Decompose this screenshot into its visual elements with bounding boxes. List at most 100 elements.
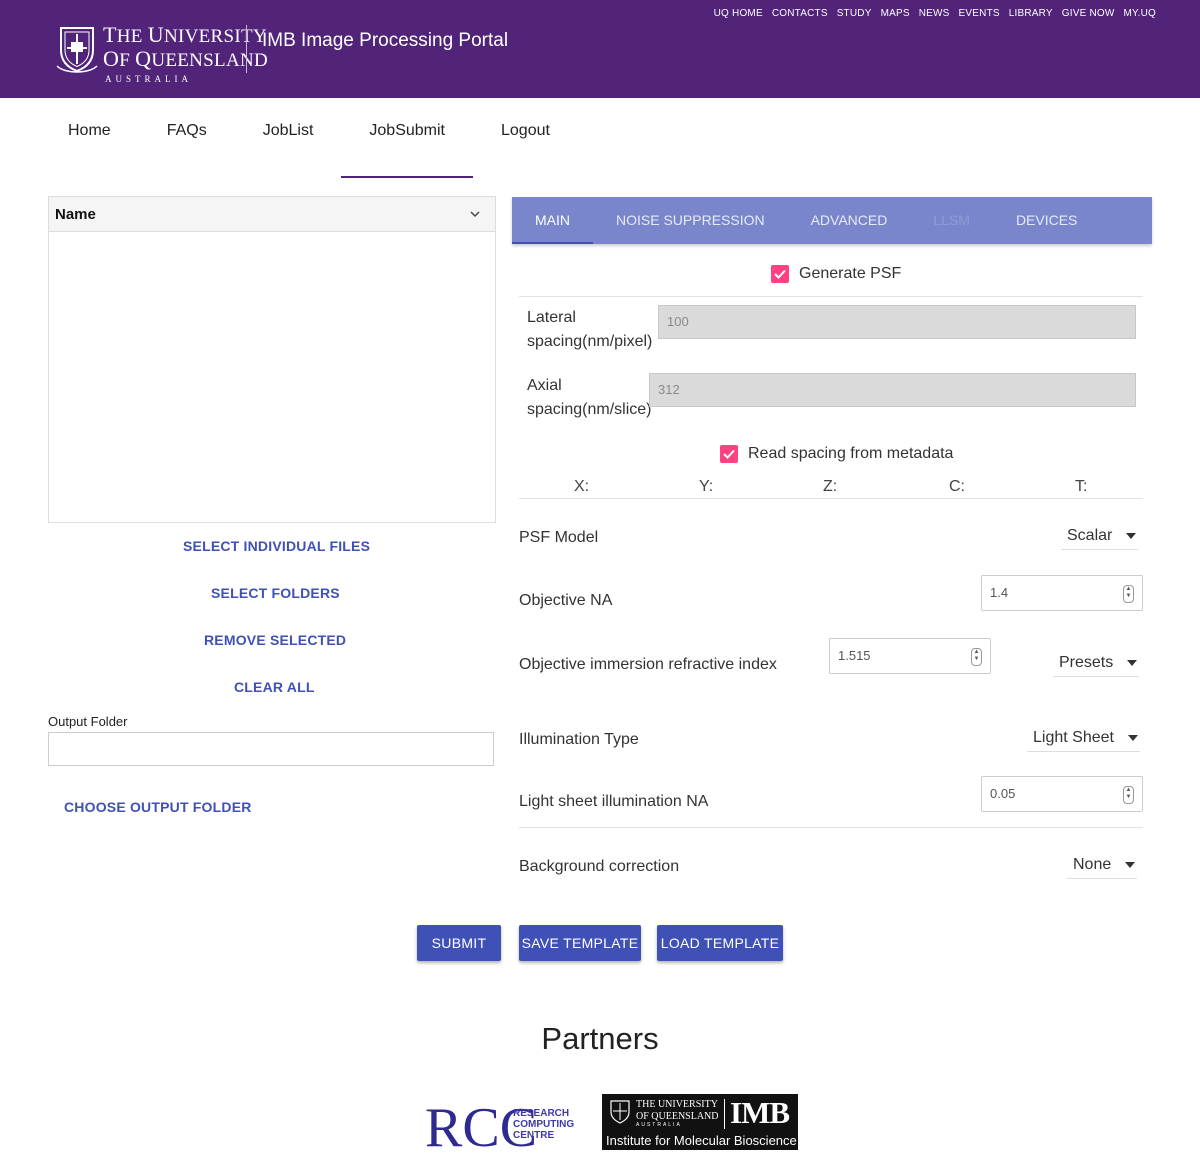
choose-output-folder-button[interactable]: CHOOSE OUTPUT FOLDER — [64, 799, 252, 815]
nav-joblist[interactable]: JobList — [235, 110, 342, 166]
util-link-give-now[interactable]: GIVE NOW — [1062, 8, 1115, 19]
dropdown-arrow-icon — [1126, 533, 1137, 539]
clear-all-button[interactable]: CLEAR ALL — [234, 679, 315, 695]
tab-llsm: LLSM — [933, 212, 970, 228]
psf-model-value: Scalar — [1067, 527, 1113, 544]
uq-crest-icon — [610, 1100, 630, 1124]
illumination-type-label: Illumination Type — [519, 731, 639, 748]
util-link-library[interactable]: LIBRARY — [1009, 8, 1053, 19]
utility-links: UQ HOME CONTACTS STUDY MAPS NEWS EVENTS … — [714, 8, 1156, 19]
util-link-maps[interactable]: MAPS — [881, 8, 910, 19]
rcc-logo[interactable]: RCC RESEARCH COMPUTING CENTRE — [425, 1092, 585, 1159]
illumination-type-select[interactable]: Light Sheet — [1027, 729, 1140, 752]
generate-psf-checkbox[interactable]: Generate PSF — [771, 265, 901, 283]
light-sheet-na-label: Light sheet illumination NA — [519, 793, 709, 810]
column-header-name[interactable]: Name — [55, 206, 96, 223]
portal-title[interactable]: IMB Image Processing Portal — [262, 30, 508, 52]
tab-advanced[interactable]: ADVANCED — [788, 197, 911, 244]
output-folder-label: Output Folder — [48, 714, 128, 729]
partners-heading: Partners — [541, 1021, 659, 1056]
uq-crest-icon — [56, 27, 98, 73]
tab-main[interactable]: MAIN — [512, 197, 593, 244]
psf-model-label: PSF Model — [519, 529, 599, 546]
imb-divider — [724, 1099, 725, 1129]
objective-na-input[interactable]: 1.4 ▲ ▼ — [981, 575, 1143, 611]
objective-na-value: 1.4 — [990, 585, 1009, 600]
output-folder-input[interactable] — [48, 732, 494, 766]
lateral-spacing-input: 100 — [658, 305, 1136, 339]
util-link-study[interactable]: STUDY — [837, 8, 872, 19]
tab-devices[interactable]: DEVICES — [993, 197, 1100, 244]
psf-model-select[interactable]: Scalar — [1061, 527, 1139, 550]
refractive-index-presets-select[interactable]: Presets — [1053, 654, 1140, 677]
axis-x-label: X: — [574, 478, 590, 495]
objective-na-label: Objective NA — [519, 592, 613, 609]
refractive-index-label: Objective immersion refractive index — [519, 656, 777, 673]
uq-logo[interactable]: THE UNIVERSITY OF QUEENSLAND AUSTRALIA — [55, 24, 268, 84]
svg-text:CENTRE: CENTRE — [513, 1130, 554, 1141]
background-correction-label: Background correction — [519, 858, 680, 875]
util-link-events[interactable]: EVENTS — [959, 8, 1000, 19]
svg-text:RESEARCH: RESEARCH — [513, 1108, 569, 1119]
refractive-index-value: 1.515 — [838, 648, 871, 663]
svg-text:COMPUTING: COMPUTING — [513, 1119, 574, 1130]
axis-z-label: Z: — [823, 478, 838, 495]
spinner-icon[interactable]: ▲ ▼ — [1123, 585, 1134, 603]
divider — [519, 827, 1143, 828]
imb-subtitle: Institute for Molecular Bioscience — [606, 1133, 797, 1148]
util-link-my-uq[interactable]: MY.UQ — [1124, 8, 1157, 19]
divider — [519, 296, 1143, 297]
illumination-type-value: Light Sheet — [1033, 729, 1114, 746]
submit-button[interactable]: SUBMIT — [417, 925, 501, 961]
save-template-button[interactable]: SAVE TEMPLATE — [519, 925, 641, 961]
site-header: UQ HOME CONTACTS STUDY MAPS NEWS EVENTS … — [0, 0, 1200, 98]
imb-mark: IMB — [730, 1095, 790, 1130]
rcc-logo-graphic: RCC RESEARCH COMPUTING CENTRE — [425, 1097, 574, 1159]
settings-tabs: MAIN NOISE SUPPRESSION ADVANCED LLSM DEV… — [512, 197, 1152, 244]
axial-spacing-input: 312 — [649, 373, 1136, 407]
tab-noise-suppression[interactable]: NOISE SUPPRESSION — [593, 197, 788, 244]
axis-y-label: Y: — [699, 478, 714, 495]
read-metadata-checkbox[interactable]: Read spacing from metadata — [720, 445, 953, 463]
imb-logo[interactable]: THE UNIVERSITY OF QUEENSLAND AUSTRALIA I… — [602, 1094, 798, 1150]
presets-value: Presets — [1059, 654, 1114, 671]
uq-wordmark: THE UNIVERSITY OF QUEENSLAND AUSTRALIA — [103, 22, 269, 84]
spinner-icon[interactable]: ▲ ▼ — [971, 648, 982, 666]
light-sheet-na-value: 0.05 — [990, 786, 1016, 801]
load-template-button[interactable]: LOAD TEMPLATE — [657, 925, 783, 961]
file-list[interactable]: Name — [48, 196, 496, 523]
imb-uq-wordmark: THE UNIVERSITY OF QUEENSLAND — [636, 1099, 719, 1122]
nav-jobsubmit[interactable]: JobSubmit — [341, 110, 473, 178]
checkbox-checked-icon[interactable] — [771, 265, 789, 283]
dropdown-arrow-icon — [1127, 735, 1138, 741]
file-list-header[interactable]: Name — [49, 197, 495, 232]
background-correction-value: None — [1073, 856, 1112, 873]
imb-uq-country: AUSTRALIA — [636, 1122, 682, 1128]
main-nav: Home FAQs JobList JobSubmit Logout — [40, 110, 578, 178]
axis-c-label: C: — [949, 478, 965, 495]
light-sheet-na-input[interactable]: 0.05 ▲ ▼ — [981, 776, 1143, 812]
util-link-contacts[interactable]: CONTACTS — [772, 8, 828, 19]
generate-psf-label: Generate PSF — [799, 265, 902, 282]
util-link-uq-home[interactable]: UQ HOME — [714, 8, 763, 19]
select-folders-button[interactable]: SELECT FOLDERS — [211, 585, 340, 601]
axis-t-label: T: — [1075, 478, 1088, 495]
refractive-index-input[interactable]: 1.515 ▲ ▼ — [829, 638, 991, 674]
spinner-icon[interactable]: ▲ ▼ — [1123, 786, 1134, 804]
background-correction-select[interactable]: None — [1067, 856, 1138, 879]
nav-logout[interactable]: Logout — [473, 110, 578, 166]
nav-faqs[interactable]: FAQs — [139, 110, 235, 166]
lateral-spacing-label: Lateral spacing(nm/pixel) — [527, 309, 653, 350]
header-divider — [246, 25, 247, 73]
checkbox-checked-icon[interactable] — [720, 445, 738, 463]
axial-spacing-label: Axial spacing(nm/slice) — [527, 377, 652, 418]
read-metadata-label: Read spacing from metadata — [748, 445, 954, 462]
util-link-news[interactable]: NEWS — [919, 8, 950, 19]
dropdown-arrow-icon — [1127, 660, 1138, 666]
dropdown-arrow-icon — [1125, 862, 1136, 868]
remove-selected-button[interactable]: REMOVE SELECTED — [204, 632, 346, 648]
select-individual-files-button[interactable]: SELECT INDIVIDUAL FILES — [183, 538, 370, 554]
chevron-down-icon[interactable] — [461, 207, 489, 221]
divider — [519, 498, 1143, 499]
nav-home[interactable]: Home — [40, 110, 139, 166]
